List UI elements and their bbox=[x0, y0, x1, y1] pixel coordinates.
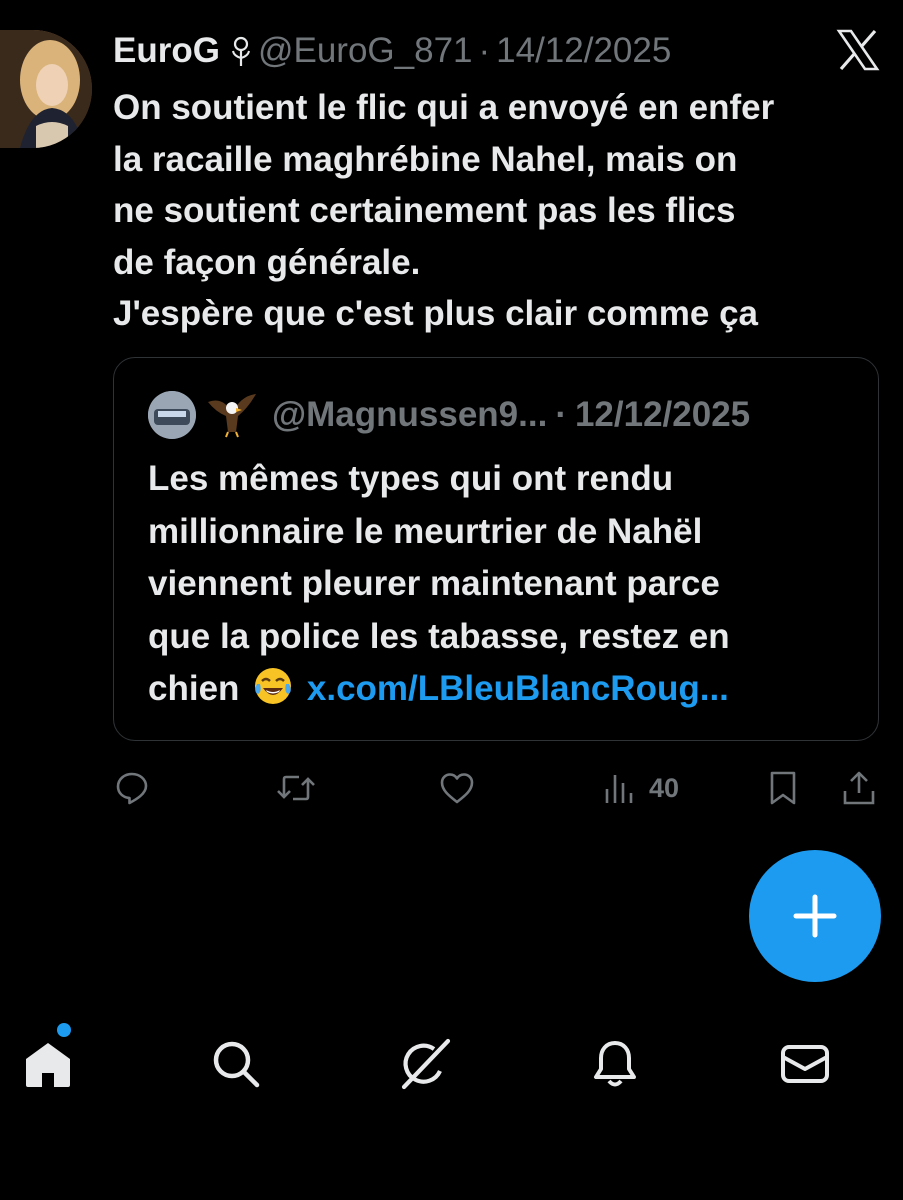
quoted-author-handle[interactable]: @Magnussen9... bbox=[272, 395, 547, 435]
nav-search[interactable] bbox=[206, 1034, 266, 1094]
quoted-link[interactable]: x.com/LBleuBlancRoug... bbox=[307, 669, 729, 708]
reply-icon bbox=[116, 772, 148, 805]
compose-button[interactable] bbox=[749, 850, 881, 982]
post-text-line: On soutient le flic qui a envoyé en enfe… bbox=[113, 88, 775, 127]
quoted-text-line: millionnaire le meurtrier de Nahël bbox=[148, 511, 703, 551]
post-text-line: ne soutient certainement pas les flics bbox=[113, 191, 736, 230]
messages-icon bbox=[781, 1045, 829, 1083]
like-button[interactable] bbox=[438, 764, 476, 812]
bookmark-button[interactable] bbox=[764, 764, 802, 812]
quoted-post-header: @Magnussen9... · 12/12/2025 bbox=[148, 388, 750, 442]
views-count: 40 bbox=[649, 772, 680, 803]
notifications-icon bbox=[594, 1041, 636, 1087]
header-separator: · bbox=[478, 31, 491, 70]
share-button[interactable] bbox=[840, 764, 878, 812]
retweet-button[interactable] bbox=[275, 764, 317, 812]
eagle-emoji bbox=[206, 392, 258, 438]
nav-home[interactable] bbox=[18, 1034, 78, 1094]
quoted-post-text: Les mêmes types qui ont rendu millionnai… bbox=[148, 453, 868, 716]
reply-button[interactable] bbox=[113, 764, 151, 812]
quoted-text-word: chien bbox=[148, 669, 240, 708]
share-icon bbox=[843, 771, 875, 805]
quoted-author-avatar[interactable] bbox=[148, 391, 196, 439]
author-display-name[interactable]: EuroG bbox=[113, 31, 220, 71]
author-handle[interactable]: @EuroG_871 bbox=[258, 31, 473, 71]
nav-messages[interactable] bbox=[775, 1034, 835, 1094]
quoted-text-line: que la police les tabasse, restez en bbox=[148, 616, 730, 656]
plus-icon bbox=[793, 894, 837, 938]
quoted-post-date[interactable]: 12/12/2025 bbox=[575, 395, 750, 435]
views-icon bbox=[605, 775, 633, 803]
post-header: EuroG @EuroG_871 · 14/12/2025 bbox=[113, 26, 671, 76]
post-text-line: de façon générale. bbox=[113, 242, 421, 282]
laughing-tears-emoji bbox=[253, 666, 293, 706]
quoted-text-last-line: chien x.com/LBleuBlancRoug... bbox=[148, 663, 868, 716]
grok-icon bbox=[401, 1038, 451, 1090]
author-avatar[interactable] bbox=[0, 30, 92, 148]
post-actions-bar: 40 bbox=[0, 760, 903, 816]
views-button[interactable]: 40 bbox=[601, 764, 679, 812]
home-unread-dot bbox=[57, 1023, 71, 1037]
post-text-line: J'espère que c'est plus clair comme ça bbox=[113, 294, 759, 333]
nav-notifications[interactable] bbox=[585, 1034, 645, 1094]
nav-grok[interactable] bbox=[395, 1034, 455, 1094]
quoted-post-card[interactable]: @Magnussen9... · 12/12/2025 Les mêmes ty… bbox=[113, 357, 879, 741]
x-logo-icon bbox=[836, 28, 880, 72]
bookmark-icon bbox=[770, 771, 796, 805]
search-icon bbox=[213, 1041, 260, 1088]
rose-icon bbox=[228, 34, 254, 68]
quoted-text-line: viennent pleurer maintenant parce bbox=[148, 564, 720, 603]
post-text: On soutient le flic qui a envoyé en enfe… bbox=[113, 82, 893, 340]
home-icon bbox=[26, 1043, 70, 1087]
post-date[interactable]: 14/12/2025 bbox=[496, 31, 671, 71]
like-icon bbox=[440, 773, 474, 804]
bottom-navigation bbox=[0, 1010, 903, 1120]
quoted-text-line: Les mêmes types qui ont rendu bbox=[148, 459, 674, 498]
post-text-line: la racaille maghrébine Nahel, mais on bbox=[113, 139, 738, 179]
quoted-header-separator: · bbox=[555, 395, 567, 434]
retweet-icon bbox=[277, 775, 315, 801]
